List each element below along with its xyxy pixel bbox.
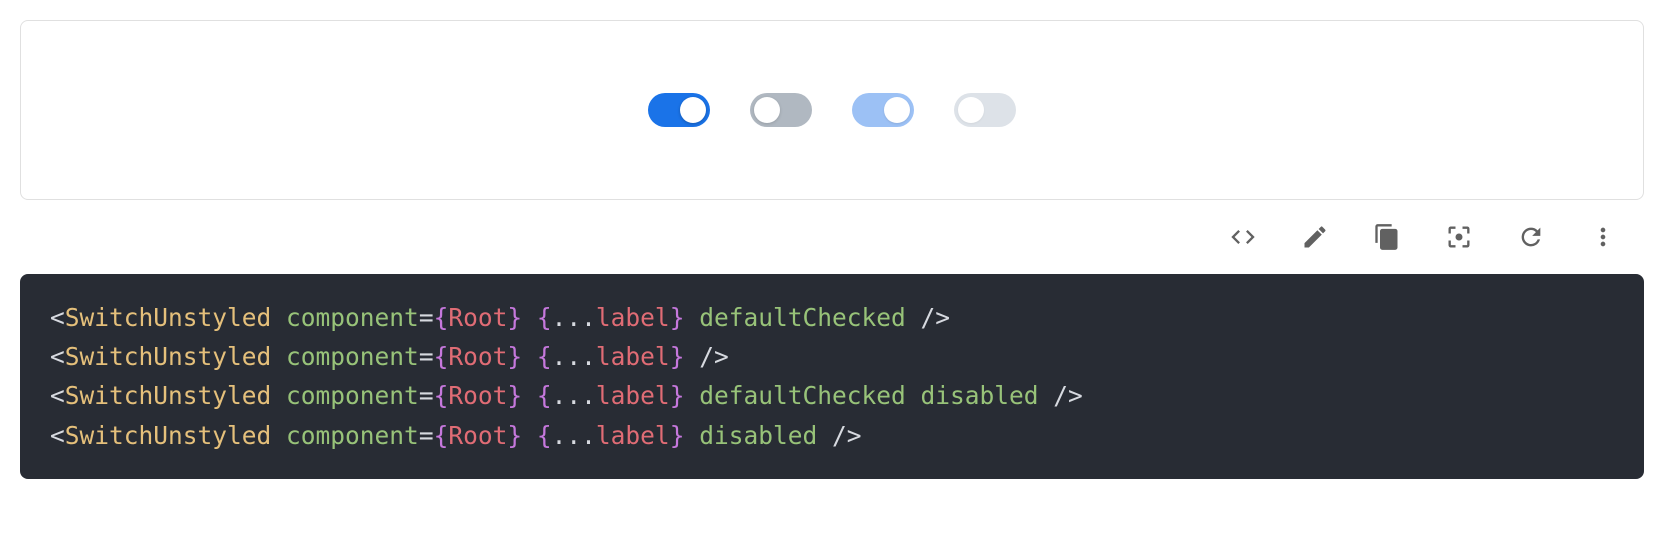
switch-thumb xyxy=(680,97,706,123)
switch-default-checked[interactable] xyxy=(648,93,710,127)
switch-thumb xyxy=(754,97,780,123)
copy-icon[interactable] xyxy=(1372,222,1402,252)
fullscreen-icon[interactable] xyxy=(1444,222,1474,252)
switch-thumb xyxy=(958,97,984,123)
more-vert-icon[interactable] xyxy=(1588,222,1618,252)
switch-thumb xyxy=(884,97,910,123)
code-block[interactable]: <SwitchUnstyled component={Root} {...lab… xyxy=(20,274,1644,479)
code-icon[interactable] xyxy=(1228,222,1258,252)
demo-panel xyxy=(20,20,1644,200)
code-content: <SwitchUnstyled component={Root} {...lab… xyxy=(50,303,1083,450)
edit-icon[interactable] xyxy=(1300,222,1330,252)
switch-disabled-unchecked xyxy=(954,93,1016,127)
switch-disabled-checked xyxy=(852,93,914,127)
switch-default-unchecked[interactable] xyxy=(750,93,812,127)
refresh-icon[interactable] xyxy=(1516,222,1546,252)
demo-toolbar xyxy=(20,200,1644,274)
